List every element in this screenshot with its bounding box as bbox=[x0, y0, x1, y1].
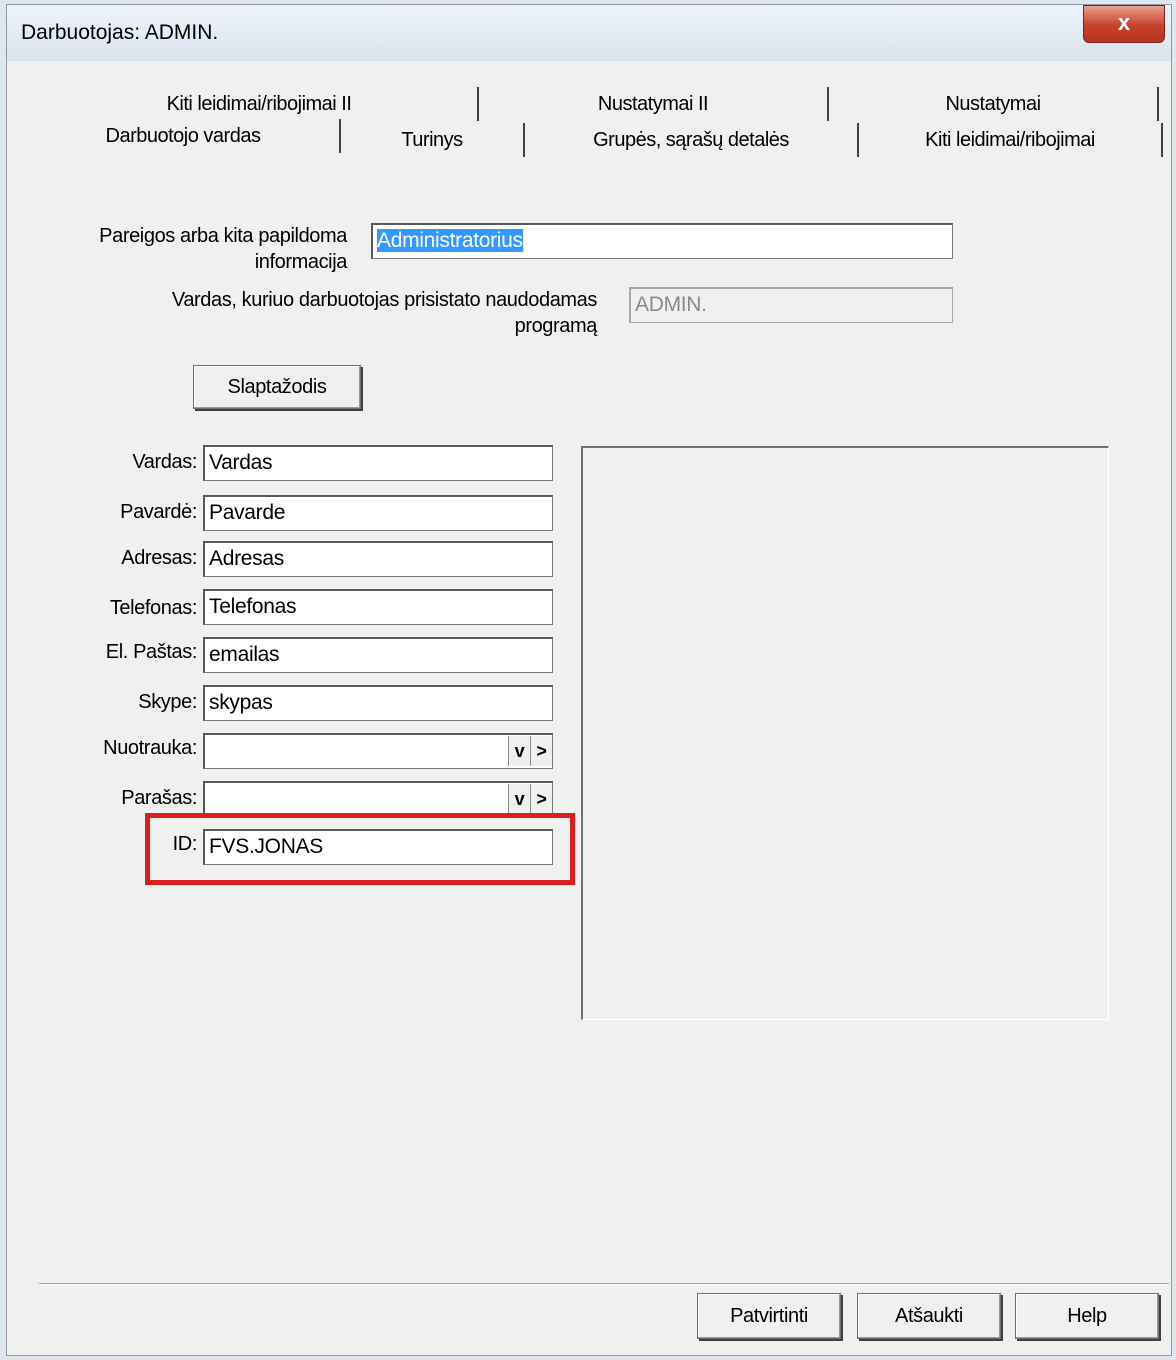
signature-combo[interactable]: v > bbox=[203, 781, 553, 817]
tab-nustatymai-ii[interactable]: Nustatymai II bbox=[479, 87, 829, 121]
tab-turinys[interactable]: Turinys bbox=[341, 123, 525, 157]
close-button[interactable]: x bbox=[1083, 5, 1165, 43]
position-label-line2: informacija bbox=[254, 251, 348, 273]
email-label: El. Paštas: bbox=[105, 641, 198, 663]
photo-dropdown-button[interactable]: v bbox=[508, 736, 530, 766]
login-label-line1: Vardas, kuriuo darbuotojas prisistato na… bbox=[171, 289, 598, 311]
dialog-window: Darbuotojas: ADMIN. x Kiti leidimai/ribo… bbox=[6, 4, 1172, 1356]
tab-grupes-sarasu-detales[interactable]: Grupės, sąrašų detalės bbox=[525, 123, 859, 157]
last-name-label: Pavardė: bbox=[120, 501, 197, 523]
signature-next-button[interactable]: > bbox=[530, 784, 552, 814]
first-name-input[interactable]: Vardas bbox=[203, 445, 553, 481]
title-bar[interactable]: Darbuotojas: ADMIN. x bbox=[7, 5, 1171, 61]
signature-dropdown-button[interactable]: v bbox=[508, 784, 530, 814]
photo-label: Nuotrauka: bbox=[103, 737, 197, 759]
photo-preview-panel bbox=[581, 446, 1109, 1020]
tab-kiti-leidimai[interactable]: Kiti leidimai/ribojimai bbox=[859, 123, 1163, 157]
position-label: Pareigos arba kita papildoma informacija bbox=[47, 223, 347, 275]
phone-label: Telefonas: bbox=[109, 597, 198, 619]
footer-separator bbox=[39, 1283, 1169, 1285]
window-title: Darbuotojas: ADMIN. bbox=[21, 21, 219, 44]
skype-label: Skype: bbox=[138, 691, 197, 713]
id-highlight-box bbox=[145, 813, 575, 885]
tab-kiti-leidimai-ii[interactable]: Kiti leidimai/ribojimai II bbox=[41, 87, 479, 121]
help-button[interactable]: Help bbox=[1015, 1293, 1159, 1339]
tab-nustatymai[interactable]: Nustatymai bbox=[829, 87, 1159, 121]
last-name-input[interactable]: Pavarde bbox=[203, 495, 553, 531]
login-name-label: Vardas, kuriuo darbuotojas prisistato na… bbox=[67, 287, 598, 339]
photo-next-button[interactable]: > bbox=[530, 736, 552, 766]
login-name-field: ADMIN. bbox=[629, 287, 953, 323]
signature-label: Parašas: bbox=[121, 787, 197, 809]
confirm-button[interactable]: Patvirtinti bbox=[697, 1293, 841, 1339]
email-input[interactable]: emailas bbox=[203, 637, 553, 673]
position-label-line1: Pareigos arba kita papildoma bbox=[99, 225, 347, 247]
position-input[interactable]: Administratorius bbox=[371, 223, 953, 259]
first-name-label: Vardas: bbox=[132, 451, 197, 473]
login-label-line2: programą bbox=[514, 315, 598, 337]
skype-input[interactable]: skypas bbox=[203, 685, 553, 721]
address-label: Adresas: bbox=[121, 547, 197, 569]
address-input[interactable]: Adresas bbox=[203, 541, 553, 577]
cancel-button[interactable]: Atšaukti bbox=[857, 1293, 1001, 1339]
phone-input[interactable]: Telefonas bbox=[203, 589, 553, 625]
position-input-selected-value: Administratorius bbox=[377, 229, 523, 252]
tab-darbuotojo-vardas[interactable]: Darbuotojo vardas bbox=[27, 119, 341, 153]
password-button[interactable]: Slaptažodis bbox=[193, 365, 361, 409]
photo-combo[interactable]: v > bbox=[203, 733, 553, 769]
